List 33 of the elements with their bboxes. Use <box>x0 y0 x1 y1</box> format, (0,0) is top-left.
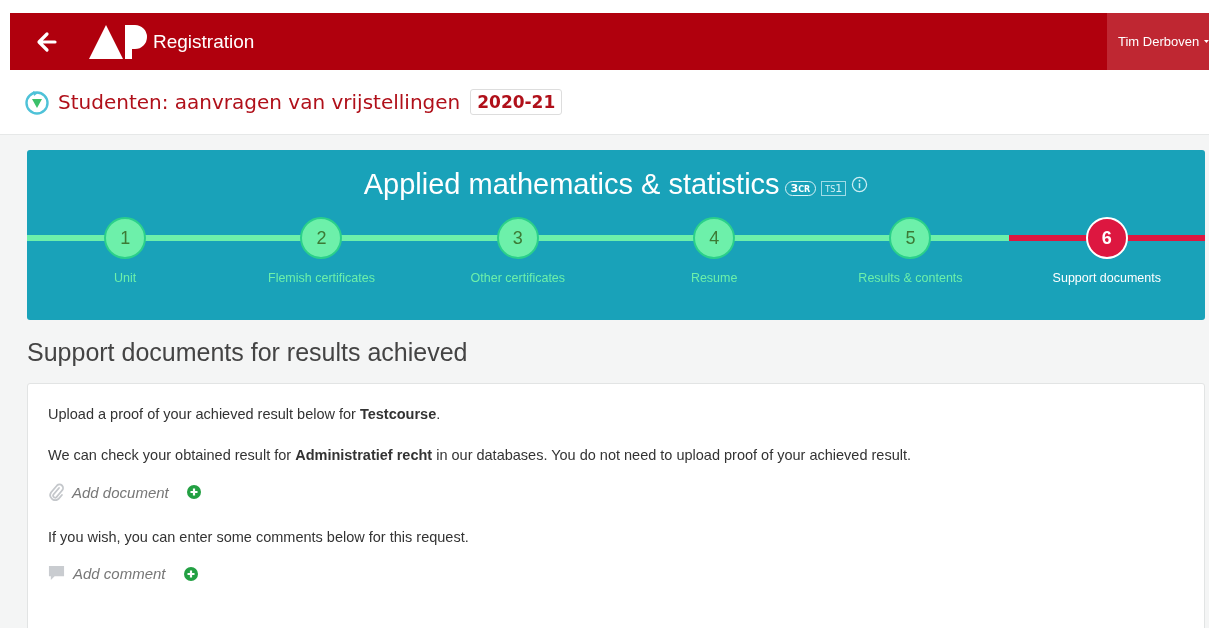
step-number[interactable]: 5 <box>889 217 932 259</box>
step-label[interactable]: Unit <box>114 271 137 285</box>
step-label[interactable]: Flemish certificates <box>268 271 375 285</box>
page-title: Studenten: aanvragen van vrijstellingen <box>58 90 461 114</box>
logo-icon <box>89 24 149 59</box>
step-label[interactable]: Resume <box>690 271 738 285</box>
back-arrow-icon[interactable] <box>35 29 59 54</box>
step-label[interactable]: Other certificates <box>470 271 566 285</box>
paragraph: If you wish, you can enter some comments below for this request. <box>48 529 470 545</box>
paperclip-icon <box>48 483 64 501</box>
comment-icon <box>48 565 65 582</box>
section-title: Support documents for results achieved <box>27 338 469 367</box>
step-label[interactable]: Results & contents <box>858 271 963 285</box>
user-menu[interactable]: Tim Derboven <box>1107 13 1209 70</box>
app-name: Registration <box>153 30 255 53</box>
course-title: Applied mathematics & statistics <box>363 168 780 201</box>
add-icon[interactable] <box>183 566 198 581</box>
step-number[interactable]: 6 <box>1085 217 1128 259</box>
step-number[interactable]: 3 <box>496 217 539 259</box>
year-label: 2020-21 <box>470 89 563 115</box>
info-icon[interactable] <box>851 176 869 193</box>
paragraph: Upload a proof of your achieved result below for Testcourse. <box>48 406 442 422</box>
caret-icon <box>1204 39 1209 44</box>
paragraph: We can check your obtained result for Administratief recht in our databases. You do not need to upload proof of your achieved result. <box>48 447 912 463</box>
step-number[interactable]: 4 <box>693 217 736 259</box>
action-link[interactable]: Add document <box>72 483 169 501</box>
add-icon[interactable] <box>186 485 201 499</box>
refresh-icon <box>24 89 50 115</box>
step-label[interactable]: Support documents <box>1052 271 1161 285</box>
step-number[interactable]: 1 <box>104 217 147 259</box>
action-link[interactable]: Add comment <box>73 565 166 582</box>
term-label: TS1 <box>821 181 847 196</box>
step-number[interactable]: 2 <box>300 217 343 259</box>
